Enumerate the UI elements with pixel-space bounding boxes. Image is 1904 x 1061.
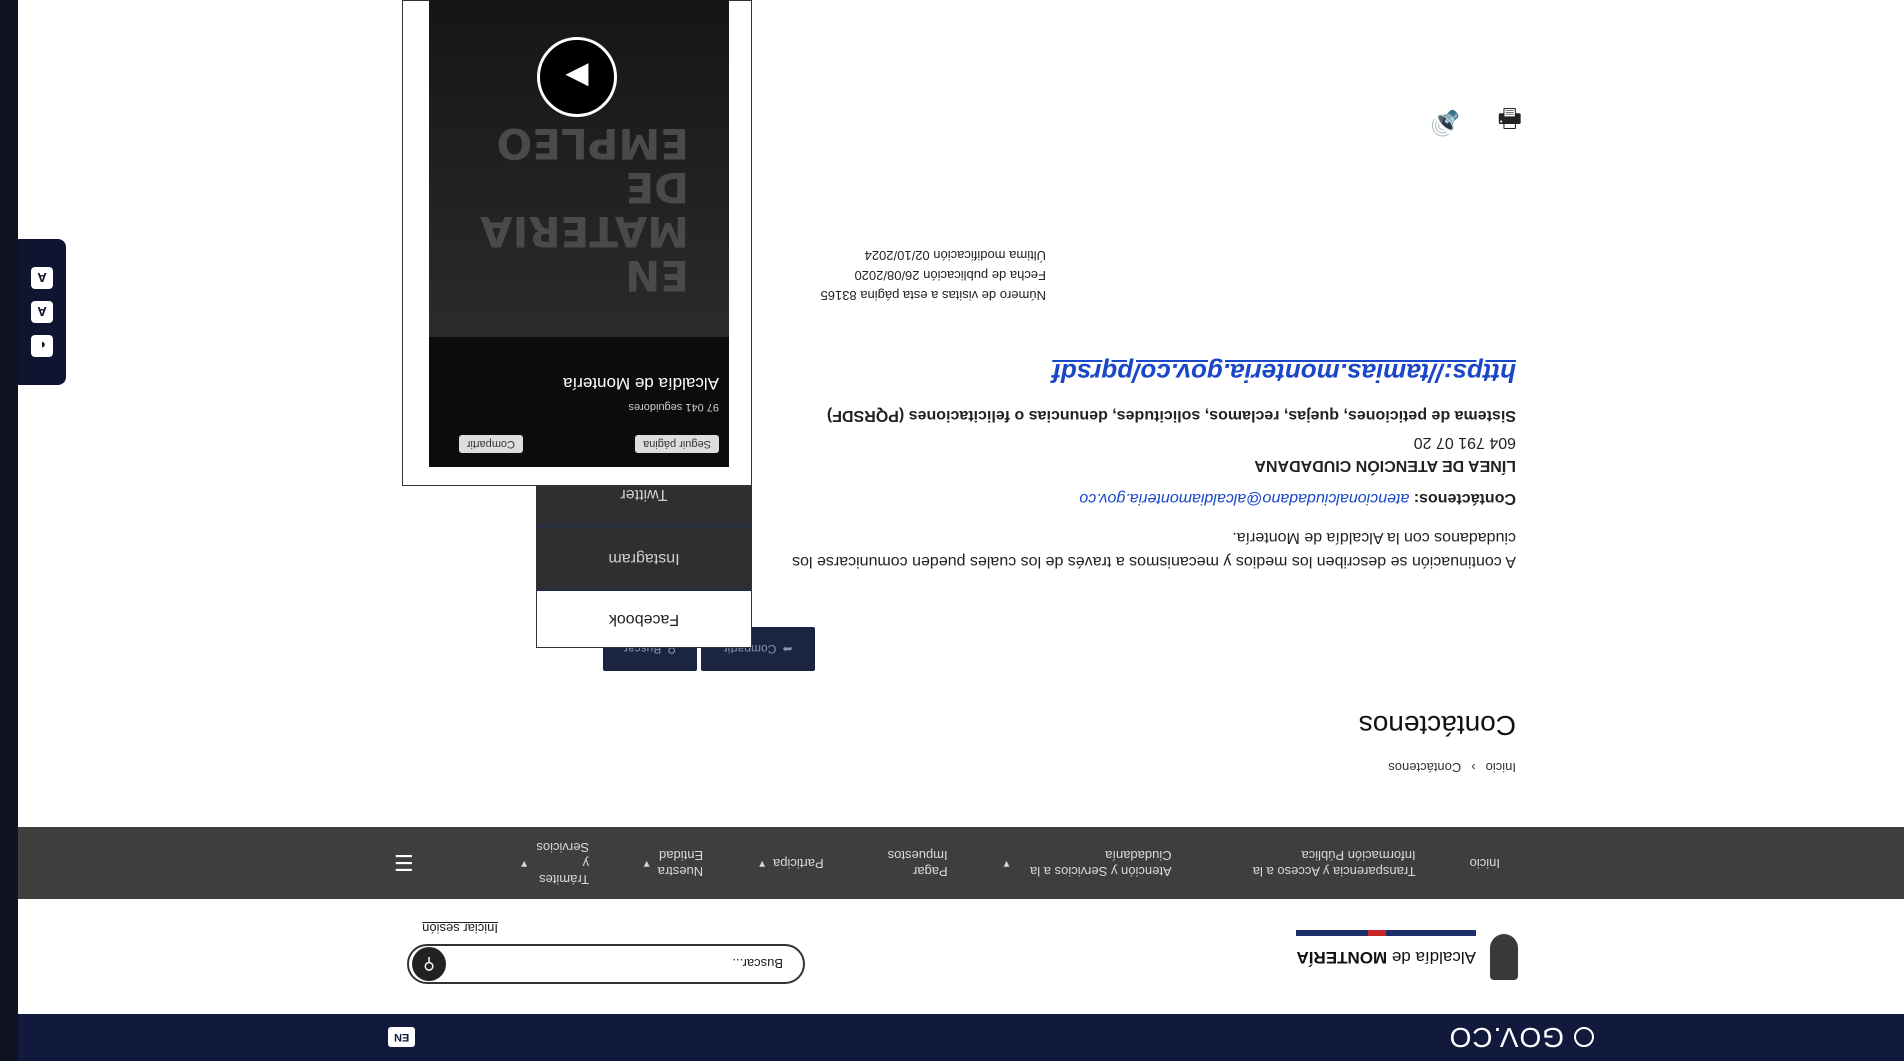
nav-label: Nuestra Entidad <box>657 848 704 879</box>
nav-item-inicio[interactable]: Inicio <box>1470 855 1500 871</box>
site-header: Alcaldía de MONTERÍA ⚲ Iniciar sesión <box>18 899 1904 1014</box>
pqrsdf-link[interactable]: https://tamias.monteria.gov.co/pqrsdf <box>1052 357 1516 388</box>
nav-item-entidad[interactable]: Nuestra Entidad ▼ <box>641 847 704 879</box>
facebook-header: Alcaldía de Montería 97 041 seguidores S… <box>429 337 729 467</box>
page-title: Contáctenos <box>1358 710 1516 741</box>
line-title: LÍNEA DE ATENCIÓN CIUDADANA <box>1254 456 1516 474</box>
nav-label: Inicio <box>1469 856 1500 871</box>
breadcrumb-home[interactable]: Inicio <box>1486 760 1516 775</box>
poster-text: EN MATERIA DE EMPLEO <box>480 119 689 300</box>
chevron-down-icon: ▼ <box>757 858 768 869</box>
chevron-down-icon: ▼ <box>519 858 530 869</box>
nav-item-pagar[interactable]: Pagar Impuestos <box>878 847 948 879</box>
audio-icon[interactable]: 🔊 <box>1430 108 1460 137</box>
gov-logo[interactable]: GOV.CO <box>1449 1022 1594 1054</box>
breadcrumb: Inicio › Contáctenos <box>1388 760 1516 775</box>
nav-item-atencion[interactable]: Atención y Servicios a la Ciudadanía ▼ <box>1002 847 1172 879</box>
nav-item-participa[interactable]: Participa ▼ <box>757 855 823 871</box>
nav-label: Transparencia y Acceso a la Información … <box>1252 848 1416 879</box>
chevron-right-icon: › <box>1471 760 1476 775</box>
chevron-down-icon: ▼ <box>1001 858 1012 869</box>
search-box: ⚲ <box>407 944 805 984</box>
pqrsdf-title: Sistema de peticiones, quejas, reclamos,… <box>827 406 1516 424</box>
share-icon: ➦ <box>782 642 793 656</box>
fb-follow-button[interactable]: Seguir página <box>635 435 719 453</box>
brand-city: MONTERÍA <box>1296 948 1388 967</box>
chevron-down-icon: ▼ <box>641 858 652 869</box>
nav-label: Pagar Impuestos <box>887 848 948 879</box>
fb-share-button[interactable]: Compartir <box>458 435 523 453</box>
login-link[interactable]: Iniciar sesión <box>422 921 498 936</box>
brand-stripe <box>1296 930 1476 936</box>
nav-item-transparencia[interactable]: Transparencia y Acceso a la Información … <box>1226 847 1416 879</box>
social-tabs: Facebook Instagram Twitter <box>536 462 752 648</box>
language-button[interactable]: EN <box>388 1027 416 1048</box>
contrast-icon[interactable]: ◐ <box>31 335 53 357</box>
search-icon[interactable]: ⚲ <box>412 947 446 981</box>
gov-logo-text: GOV.CO <box>1448 1022 1564 1054</box>
tab-facebook[interactable]: Facebook <box>537 591 751 647</box>
fb-followers: 97 041 seguidores <box>628 401 719 413</box>
search-input[interactable] <box>481 955 785 973</box>
contact-label: Contáctenos: <box>1413 490 1516 507</box>
line-title-text: LÍNEA DE ATENCIÓN CIUDADANA <box>1254 457 1516 474</box>
accessibility-widget: ◐ A A <box>18 239 66 385</box>
page-description: A continuación se describen los medios y… <box>792 529 1516 570</box>
gov-bar: GOV.CO EN <box>18 1014 1904 1061</box>
font-decrease-icon[interactable]: A <box>31 301 53 323</box>
brand-prefix: Alcaldía de <box>1391 948 1476 967</box>
pqrsdf-title-text: Sistema de peticiones, quejas, reclamos,… <box>826 407 1516 424</box>
font-increase-icon[interactable]: A <box>31 267 53 289</box>
play-icon[interactable]: ▶ <box>537 37 617 117</box>
contact-email-line: Contáctenos: atencionalciudadano@alcaldi… <box>1079 489 1516 507</box>
nav-label: Participa <box>773 856 824 871</box>
brand-logo[interactable]: Alcaldía de MONTERÍA <box>1296 930 1518 980</box>
email-link[interactable]: atencionalciudadano@alcaldiamonteria.gov… <box>1079 490 1409 507</box>
nav-label: Atención y Servicios a la Ciudadanía <box>1030 848 1172 879</box>
facebook-video[interactable]: Alcaldía de Montería 97 041 seguidores S… <box>429 0 729 467</box>
brand-name: Alcaldía de MONTERÍA <box>1296 947 1476 967</box>
edge-strip <box>0 0 18 1061</box>
main-nav: Inicio Transparencia y Acceso a la Infor… <box>18 827 1904 899</box>
gov-logo-icon <box>1574 1027 1594 1048</box>
hamburger-menu-icon[interactable]: ☰ <box>394 849 414 875</box>
fb-page-name[interactable]: Alcaldía de Montería <box>563 373 719 393</box>
nav-label: Trámites y Servicios <box>536 840 590 887</box>
main-content: Inicio › Contáctenos Contáctenos A conti… <box>18 0 1904 827</box>
print-icon[interactable]: 🖶 <box>1497 93 1522 137</box>
shield-icon <box>1490 934 1518 980</box>
facebook-embed: Alcaldía de Montería 97 041 seguidores S… <box>402 0 752 486</box>
phone-number: 604 791 07 20 <box>1413 434 1516 451</box>
nav-item-tramites[interactable]: Trámites y Servicios ▼ <box>519 839 589 887</box>
tab-instagram[interactable]: Instagram <box>537 527 751 591</box>
breadcrumb-current: Contáctenos <box>1388 760 1462 775</box>
